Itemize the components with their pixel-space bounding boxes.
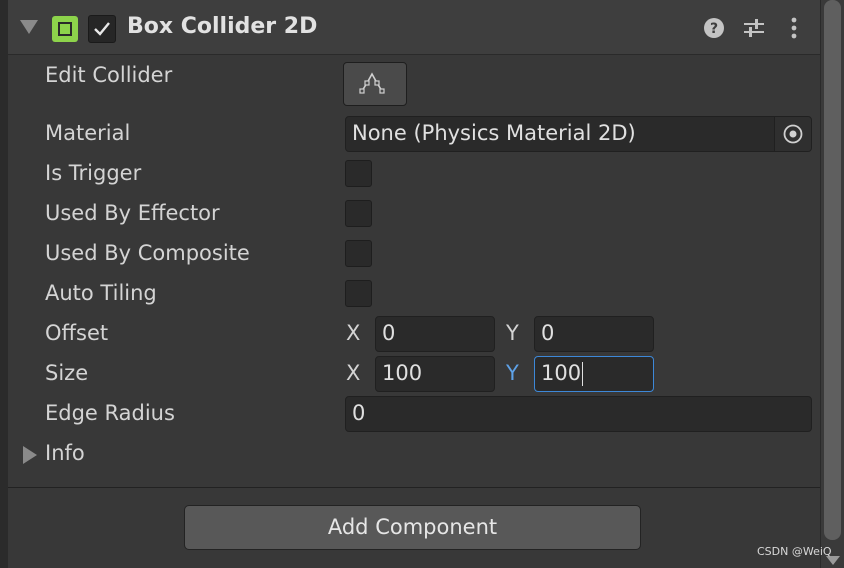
material-label: Material	[45, 121, 131, 145]
size-y-value: 100	[541, 361, 582, 385]
target-circle-icon	[783, 124, 803, 144]
used-by-composite-checkbox[interactable]	[345, 240, 372, 267]
box-collider-2d-icon	[52, 16, 78, 42]
size-label: Size	[45, 361, 89, 385]
used-by-effector-checkbox[interactable]	[345, 200, 372, 227]
sliders-icon	[744, 19, 764, 37]
checkmark-icon	[94, 22, 110, 36]
used-by-composite-label: Used By Composite	[45, 241, 250, 265]
is-trigger-checkbox[interactable]	[345, 160, 372, 187]
offset-x-value: 0	[382, 321, 396, 345]
edit-collider-label: Edit Collider	[45, 63, 173, 87]
component-title: Box Collider 2D	[127, 14, 318, 39]
triangle-right-icon[interactable]	[23, 446, 37, 464]
offset-label: Offset	[45, 321, 109, 345]
material-picker-button[interactable]	[774, 117, 811, 151]
edit-collider-button[interactable]	[343, 62, 407, 106]
question-circle-icon: ?	[704, 18, 724, 38]
inspector-window: Box Collider 2D ? Edit Collider Material…	[0, 0, 844, 568]
offset-x-field[interactable]: 0	[375, 316, 495, 352]
size-y-label[interactable]: Y	[506, 361, 519, 385]
offset-y-value: 0	[541, 321, 555, 345]
is-trigger-label: Is Trigger	[45, 161, 142, 185]
material-field[interactable]: None (Physics Material 2D)	[345, 116, 812, 152]
scrollbar-thumb[interactable]	[824, 0, 841, 540]
edge-radius-field[interactable]: 0	[345, 396, 812, 432]
presets-button[interactable]	[742, 16, 766, 40]
kebab-menu-icon	[791, 17, 797, 39]
size-y-field[interactable]: 100	[534, 356, 654, 392]
size-x-field[interactable]: 100	[375, 356, 495, 392]
edge-radius-value: 0	[352, 401, 366, 425]
material-value: None (Physics Material 2D)	[352, 121, 636, 145]
info-foldout-label[interactable]: Info	[45, 441, 85, 465]
offset-y-field[interactable]: 0	[534, 316, 654, 352]
offset-y-label[interactable]: Y	[506, 321, 519, 345]
size-x-value: 100	[382, 361, 423, 385]
component-header[interactable]: Box Collider 2D ?	[8, 0, 820, 55]
offset-x-label[interactable]: X	[346, 321, 360, 345]
auto-tiling-checkbox[interactable]	[345, 280, 372, 307]
edge-radius-label: Edge Radius	[45, 401, 175, 425]
component-enabled-checkbox[interactable]	[88, 15, 116, 43]
context-menu-button[interactable]	[782, 16, 806, 40]
polygon-edit-icon	[359, 72, 385, 94]
text-caret	[582, 362, 584, 386]
auto-tiling-label: Auto Tiling	[45, 281, 157, 305]
inspector-panel: Box Collider 2D ? Edit Collider Material…	[8, 0, 820, 568]
watermark: CSDN @WeiQ	[757, 545, 832, 558]
add-component-button[interactable]: Add Component	[184, 505, 641, 550]
svg-text:?: ?	[710, 21, 718, 37]
fold-icon[interactable]	[20, 20, 38, 34]
component-divider	[8, 487, 820, 488]
used-by-effector-label: Used By Effector	[45, 201, 220, 225]
size-x-label[interactable]: X	[346, 361, 360, 385]
help-button[interactable]: ?	[702, 16, 726, 40]
